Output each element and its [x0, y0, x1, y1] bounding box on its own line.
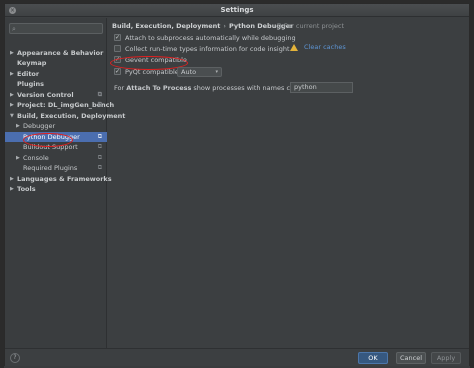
- sidebar-item-console[interactable]: ▶ Console ⧉: [5, 153, 107, 163]
- help-button[interactable]: ?: [10, 353, 20, 363]
- apply-button[interactable]: Apply: [431, 352, 461, 364]
- sidebar-item-project[interactable]: ▶ Project: DL_imgGen_bench ⧉: [5, 100, 114, 110]
- sidebar-item-label: Editor: [17, 70, 40, 78]
- sidebar-item-version-control[interactable]: ▶ Version Control ⧉: [5, 90, 107, 100]
- sidebar-item-required-plugins[interactable]: Required Plugins ⧉: [5, 163, 107, 173]
- sidebar-item-languages-frameworks[interactable]: ▶ Languages & Frameworks: [5, 174, 112, 184]
- collect-runtime-types-checkbox[interactable]: [114, 45, 121, 52]
- option-label: Attach to subprocess automatically while…: [125, 34, 296, 42]
- sidebar-item-debugger[interactable]: ▶ Debugger: [5, 121, 107, 131]
- sidebar-item-label: Required Plugins: [23, 164, 78, 172]
- dialog-footer: ? OK Cancel Apply: [5, 348, 469, 366]
- chevron-right-icon[interactable]: ▶: [10, 90, 14, 100]
- attach-bold-text: Attach To Process: [126, 84, 192, 92]
- sidebar-item-label: Version Control: [17, 91, 74, 99]
- background-right-edge: [470, 0, 474, 368]
- pyqt-mode-value: Auto: [181, 68, 197, 76]
- breadcrumb-parent: Build, Execution, Deployment: [112, 22, 221, 30]
- sidebar-item-appearance-behavior[interactable]: ▶ Appearance & Behavior: [5, 48, 107, 58]
- chevron-right-icon[interactable]: ▶: [10, 174, 14, 184]
- chevron-right-icon[interactable]: ▶: [10, 100, 14, 110]
- search-input[interactable]: ⌕: [9, 23, 103, 34]
- cancel-button[interactable]: Cancel: [396, 352, 426, 364]
- sidebar-item-plugins[interactable]: Plugins: [5, 79, 107, 89]
- sidebar-item-editor[interactable]: ▶ Editor: [5, 69, 107, 79]
- title-bar: × Settings: [5, 4, 469, 17]
- chevron-right-icon[interactable]: ▶: [10, 48, 14, 58]
- project-scope-icon: ⧉: [97, 143, 102, 150]
- option-label: Collect run-time types information for c…: [125, 45, 290, 53]
- project-scope-icon: ⧉: [97, 164, 102, 171]
- option-label: PyQt compatible: [125, 68, 179, 76]
- ok-button[interactable]: OK: [358, 352, 388, 364]
- project-scope-icon: ⧉: [97, 91, 102, 98]
- chevron-down-icon[interactable]: ▼: [10, 111, 14, 121]
- sidebar-item-label: Console: [23, 154, 49, 162]
- window-title: Settings: [220, 6, 254, 14]
- chevron-down-icon: ▾: [215, 69, 218, 75]
- search-icon: ⌕: [12, 25, 16, 33]
- sidebar-item-keymap[interactable]: Keymap: [5, 58, 107, 68]
- settings-dialog: × Settings ⌕ ▶ Appearance & Behavior Key…: [4, 3, 470, 366]
- clear-caches-link[interactable]: Clear caches: [304, 43, 346, 51]
- breadcrumb: Build, Execution, Deployment › Python Debu…: [112, 22, 293, 30]
- sidebar-item-build-execution-deployment[interactable]: ▼ Build, Execution, Deployment: [5, 111, 125, 121]
- project-scope-icon: ⧉: [97, 133, 102, 140]
- sidebar-item-label: Languages & Frameworks: [17, 175, 112, 183]
- sidebar-item-label: Debugger: [23, 122, 56, 130]
- highlight-circle: [23, 133, 73, 147]
- sidebar-item-label: Plugins: [17, 80, 44, 88]
- python-debugger-panel: Build, Execution, Deployment › Python Debu…: [108, 18, 469, 348]
- warning-icon: [290, 44, 298, 51]
- project-scope-label: ⧉ For current project: [277, 22, 345, 30]
- chevron-right-icon[interactable]: ▶: [16, 153, 20, 163]
- chevron-right-icon[interactable]: ▶: [16, 121, 20, 131]
- sidebar-item-label: Appearance & Behavior: [17, 49, 104, 57]
- process-name-filter-input[interactable]: python: [290, 82, 353, 93]
- pyqt-compatible-checkbox[interactable]: ✓: [114, 68, 121, 75]
- sidebar-item-tools[interactable]: ▶ Tools: [5, 184, 107, 194]
- attach-prefix: For: [114, 84, 127, 92]
- chevron-right-icon[interactable]: ▶: [10, 69, 14, 79]
- attach-subprocess-checkbox[interactable]: ✓: [114, 34, 121, 41]
- project-scope-icon: ⧉: [97, 154, 102, 161]
- sidebar-item-label: Tools: [17, 185, 36, 193]
- settings-sidebar: ⌕ ▶ Appearance & Behavior Keymap ▶ Edito…: [5, 18, 125, 348]
- breadcrumb-separator: ›: [223, 22, 227, 30]
- chevron-right-icon[interactable]: ▶: [10, 184, 14, 194]
- project-scope-icon: ⧉: [97, 101, 102, 108]
- pyqt-mode-select[interactable]: Auto ▾: [177, 67, 222, 77]
- sidebar-item-label: Keymap: [17, 59, 47, 67]
